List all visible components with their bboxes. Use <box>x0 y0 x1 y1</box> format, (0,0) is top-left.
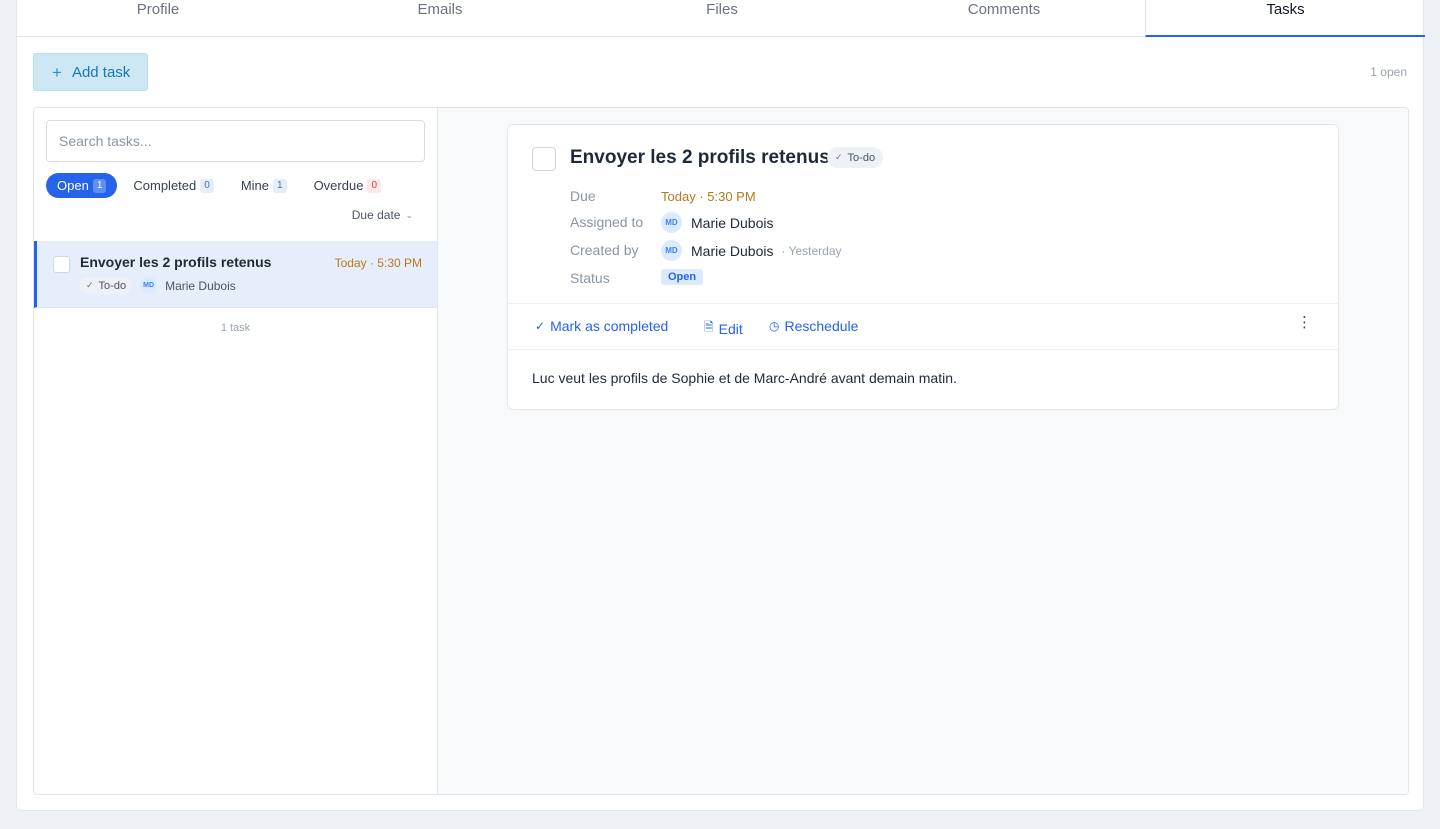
edit-label: Edit <box>718 320 743 337</box>
check-icon: ✓ <box>835 152 843 162</box>
task-checkbox[interactable] <box>53 256 70 273</box>
task-list-pane: Open 1 Completed 0 Mine 1 Overdue 0 Due … <box>34 108 438 794</box>
avatar: MD <box>661 212 682 233</box>
task-type-label: To-do <box>847 151 876 164</box>
task-title: Envoyer les 2 profils retenus <box>80 254 272 270</box>
tab-files[interactable]: Files <box>581 0 863 36</box>
assigned-label: Assigned to <box>570 214 644 230</box>
tab-comments[interactable]: Comments <box>863 0 1145 36</box>
assignee-name: Marie Dubois <box>691 214 774 231</box>
task-count: 1 task <box>220 322 251 334</box>
sort-dropdown[interactable]: Due date ⌄ <box>352 208 413 222</box>
task-list-item[interactable]: Envoyer les 2 profils retenus Today · 5:… <box>34 241 437 308</box>
mark-completed-button[interactable]: ✓ Mark as completed <box>535 318 668 334</box>
count-badge: 0 <box>367 178 381 193</box>
status-badge: Open <box>661 269 704 285</box>
tab-profile[interactable]: Profile <box>17 0 299 36</box>
edit-button[interactable]: 🗎 Edit <box>704 318 743 339</box>
task-detail-pane: Envoyer les 2 profils retenus ✓ To-do Du… <box>438 108 1408 794</box>
open-count: 1 open <box>1370 65 1407 79</box>
filter-label: Mine <box>240 178 269 193</box>
status-label: Status <box>570 270 610 286</box>
check-icon: ✓ <box>535 319 546 333</box>
created-time: · Yesterday <box>781 243 842 258</box>
clock-icon: ◷ <box>769 319 780 333</box>
due-value: Today · 5:30 PM <box>661 189 756 204</box>
avatar: MD <box>661 240 682 261</box>
filter-mine[interactable]: Mine 1 <box>230 173 298 198</box>
task-detail-title: Envoyer les 2 profils retenus <box>570 147 830 168</box>
chevron-down-icon: ⌄ <box>405 209 413 220</box>
add-task-button[interactable]: + Add task <box>33 53 148 91</box>
filter-completed[interactable]: Completed 0 <box>122 173 224 198</box>
filter-overdue[interactable]: Overdue 0 <box>303 173 392 198</box>
task-actions: ✓ Mark as completed 🗎 Edit ◷ Reschedule … <box>508 303 1338 350</box>
complete-checkbox[interactable] <box>532 147 556 171</box>
count-badge: 1 <box>92 178 107 193</box>
document-icon: 🗎 <box>704 320 714 334</box>
task-description: Luc veut les profils de Sophie et de Mar… <box>532 370 957 386</box>
add-task-label: Add task <box>71 63 131 81</box>
tab-emails[interactable]: Emails <box>299 0 581 36</box>
sort-label: Due date <box>351 208 401 222</box>
search-input[interactable] <box>46 120 425 162</box>
filter-label: Completed <box>133 178 197 193</box>
check-icon: ✓ <box>86 280 94 290</box>
filter-label: Overdue <box>313 178 364 193</box>
task-type-chip: ✓ To-do <box>80 277 133 294</box>
more-vertical-icon[interactable]: ⋮ <box>1297 315 1312 330</box>
filter-open[interactable]: Open 1 <box>46 173 118 198</box>
record-card: Profile Emails Files Comments Tasks + Ad… <box>16 0 1425 811</box>
plus-icon: + <box>52 62 62 82</box>
due-date: Today · 5:30 PM <box>661 189 756 204</box>
created-label: Created by <box>570 242 639 258</box>
assigned-value: MD Marie Dubois <box>661 212 773 233</box>
creator-name: Marie Dubois <box>691 242 774 259</box>
filter-label: Open <box>57 178 89 193</box>
tasks-panel: Open 1 Completed 0 Mine 1 Overdue 0 Due … <box>33 107 1409 795</box>
filter-pills: Open 1 Completed 0 Mine 1 Overdue 0 <box>46 173 397 198</box>
count-badge: 0 <box>200 178 214 193</box>
count-badge: 1 <box>273 178 287 193</box>
tab-bar: Profile Emails Files Comments Tasks <box>17 0 1425 37</box>
task-type-chip: ✓ To-do <box>827 147 884 168</box>
task-type-label: To-do <box>98 279 127 292</box>
reschedule-label: Reschedule <box>784 318 859 334</box>
mark-completed-label: Mark as completed <box>550 318 669 334</box>
due-label: Due <box>570 188 596 204</box>
task-meta: ✓ To-do MD Marie Dubois <box>80 277 236 294</box>
task-due: Today · 5:30 PM <box>334 256 422 270</box>
avatar: MD <box>140 277 158 294</box>
task-detail-card: Envoyer les 2 profils retenus ✓ To-do Du… <box>507 124 1339 410</box>
reschedule-button[interactable]: ◷ Reschedule <box>769 318 858 334</box>
created-value: MD Marie Dubois · Yesterday <box>661 240 842 261</box>
tab-tasks[interactable]: Tasks <box>1145 0 1425 37</box>
assignee-name: Marie Dubois <box>165 278 236 293</box>
status-value: Open <box>661 269 704 285</box>
